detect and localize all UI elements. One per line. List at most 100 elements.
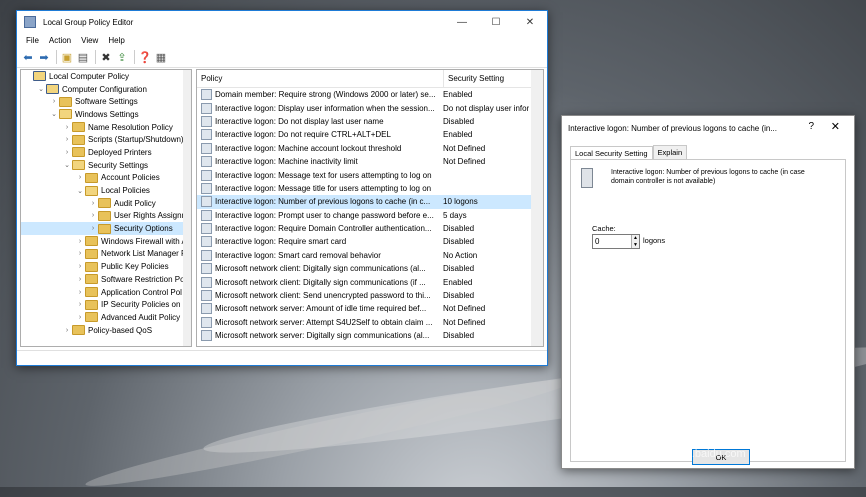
title-bar[interactable]: Local Group Policy Editor — ☐ ✕ [17, 11, 547, 33]
tree-node[interactable]: ⌄ Computer Configuration [21, 83, 191, 96]
tree-node[interactable]: › Software Settings [21, 95, 191, 108]
cache-input[interactable] [593, 235, 631, 248]
server-icon [581, 168, 593, 188]
table-row[interactable]: Interactive logon: Machine inactivity li… [197, 155, 543, 168]
expand-right-icon[interactable]: › [88, 200, 98, 207]
tree-node[interactable]: › Advanced Audit Policy [21, 311, 191, 324]
policy-name: Microsoft network server: Digitally sign… [215, 331, 430, 341]
folder-icon [98, 198, 111, 209]
minimize-button[interactable]: — [445, 11, 479, 33]
tree-node[interactable]: › Audit Policy [21, 197, 191, 210]
tree-node[interactable]: › Network List Manager P [21, 248, 191, 261]
properties-icon[interactable]: ▦ [154, 50, 168, 64]
tree-node[interactable]: › Deployed Printers [21, 146, 191, 159]
policy-cell: Interactive logon: Smart card removal be… [197, 249, 435, 261]
table-row[interactable]: Interactive logon: Require Domain Contro… [197, 222, 543, 235]
policy-cell: Microsoft network server: Attempt S4U2Se… [197, 316, 435, 328]
table-row[interactable]: Microsoft network client: Digitally sign… [197, 275, 543, 288]
table-row[interactable]: Microsoft network server: Amount of idle… [197, 302, 543, 315]
menu-view[interactable]: View [76, 36, 103, 45]
expand-right-icon[interactable]: › [88, 212, 98, 219]
tree-node[interactable]: ⌄ Windows Settings [21, 108, 191, 121]
menu-file[interactable]: File [21, 36, 44, 45]
table-row[interactable]: Interactive logon: Do not require CTRL+A… [197, 128, 543, 141]
table-row[interactable]: Domain member: Require strong (Windows 2… [197, 88, 543, 101]
expand-down-icon[interactable]: ⌄ [75, 187, 85, 195]
expand-right-icon[interactable]: › [75, 301, 85, 308]
expand-right-icon[interactable]: › [62, 149, 72, 156]
policy-cell: Interactive logon: Require smart card [197, 236, 435, 248]
expand-right-icon[interactable]: › [75, 314, 85, 321]
expand-right-icon[interactable]: › [62, 124, 72, 131]
vertical-scrollbar[interactable] [531, 70, 543, 346]
security-setting-cell: Not Defined [443, 143, 486, 153]
expand-right-icon[interactable]: › [62, 136, 72, 143]
delete-icon[interactable]: ✖ [99, 50, 113, 64]
tree-node[interactable]: ⌄ Security Settings [21, 159, 191, 172]
forward-arrow-icon[interactable]: ➡ [37, 50, 51, 64]
table-row[interactable]: Interactive logon: Message title for use… [197, 182, 543, 195]
tree-node[interactable]: › Name Resolution Policy [21, 121, 191, 134]
close-button[interactable]: ✕ [513, 11, 547, 33]
column-header-security-setting[interactable]: Security Setting [444, 70, 543, 87]
dialog-title-bar[interactable]: Interactive logon: Number of previous lo… [562, 116, 854, 140]
table-row[interactable]: Interactive logon: Require smart card Dis… [197, 235, 543, 248]
export-list-icon[interactable]: ⇪ [115, 50, 129, 64]
tree-node[interactable]: › IP Security Policies on L [21, 298, 191, 311]
tree-node[interactable]: › Public Key Policies [21, 260, 191, 273]
policy-icon [201, 330, 212, 342]
tab-explain[interactable]: Explain [652, 145, 688, 159]
maximize-button[interactable]: ☐ [479, 11, 513, 33]
tree-node[interactable]: › Policy-based QoS [21, 324, 191, 337]
back-arrow-icon[interactable]: ⬅ [21, 50, 35, 64]
expand-right-icon[interactable]: › [88, 225, 98, 232]
table-row[interactable]: Interactive logon: Message text for user… [197, 168, 543, 181]
show-hide-tree-icon[interactable]: ▤ [76, 50, 90, 64]
expand-down-icon[interactable]: ⌄ [62, 161, 72, 169]
watermark-logo: Baidu 经验 [680, 416, 830, 447]
expand-right-icon[interactable]: › [75, 250, 85, 257]
tree-node[interactable]: ⌄ Local Policies [21, 184, 191, 197]
table-row[interactable]: Interactive logon: Number of previous lo… [197, 195, 543, 209]
expand-right-icon[interactable]: › [75, 238, 85, 245]
expand-right-icon[interactable]: › [49, 98, 59, 105]
tree-node[interactable]: › Security Options [21, 222, 191, 235]
table-row[interactable]: Microsoft network server: Attempt S4U2Se… [197, 316, 543, 329]
expand-down-icon[interactable]: ⌄ [36, 85, 46, 93]
help-button[interactable]: ? [808, 121, 814, 132]
policy-icon [201, 89, 212, 101]
tree-node[interactable]: › Application Control Pol [21, 286, 191, 299]
expand-right-icon[interactable]: › [75, 289, 85, 296]
table-row[interactable]: Interactive logon: Smart card removal be… [197, 249, 543, 262]
tree-node[interactable]: › User Rights Assignm [21, 210, 191, 223]
table-row[interactable]: Interactive logon: Display user informat… [197, 101, 543, 114]
tree-node[interactable]: › Windows Firewall with A [21, 235, 191, 248]
column-header-policy[interactable]: Policy [197, 70, 444, 87]
menu-action[interactable]: Action [44, 36, 76, 45]
policy-icon [201, 196, 212, 208]
table-row[interactable]: Interactive logon: Prompt user to change… [197, 209, 543, 222]
tree-node[interactable]: › Scripts (Startup/Shutdown) [21, 133, 191, 146]
expand-right-icon[interactable]: › [62, 327, 72, 334]
dialog-close-button[interactable]: ✕ [831, 120, 840, 133]
expand-down-icon[interactable]: ⌄ [49, 110, 59, 118]
table-row[interactable]: Microsoft network client: Digitally sign… [197, 262, 543, 275]
decrement-button[interactable]: ▼ [632, 241, 639, 248]
help-icon[interactable]: ❓ [138, 50, 152, 64]
table-row[interactable]: Interactive logon: Machine account locko… [197, 142, 543, 155]
tree-node[interactable]: › Account Policies [21, 172, 191, 185]
table-row[interactable]: Interactive logon: Do not display last u… [197, 115, 543, 128]
policy-name: Interactive logon: Machine inactivity li… [215, 157, 358, 167]
tree-node[interactable]: Local Computer Policy [21, 70, 191, 83]
table-row[interactable]: Microsoft network server: Digitally sign… [197, 329, 543, 342]
expand-right-icon[interactable]: › [75, 263, 85, 270]
tab-local-security-setting[interactable]: Local Security Setting [570, 146, 653, 160]
up-folder-icon[interactable]: ▣ [60, 50, 74, 64]
table-row[interactable]: Microsoft network client: Send unencrypt… [197, 289, 543, 302]
expand-right-icon[interactable]: › [75, 174, 85, 181]
tree-node[interactable]: › Software Restriction Po [21, 273, 191, 286]
cache-unit-label: logons [643, 236, 666, 245]
menu-help[interactable]: Help [103, 36, 129, 45]
tree-scrollbar[interactable] [183, 70, 191, 346]
expand-right-icon[interactable]: › [75, 276, 85, 283]
